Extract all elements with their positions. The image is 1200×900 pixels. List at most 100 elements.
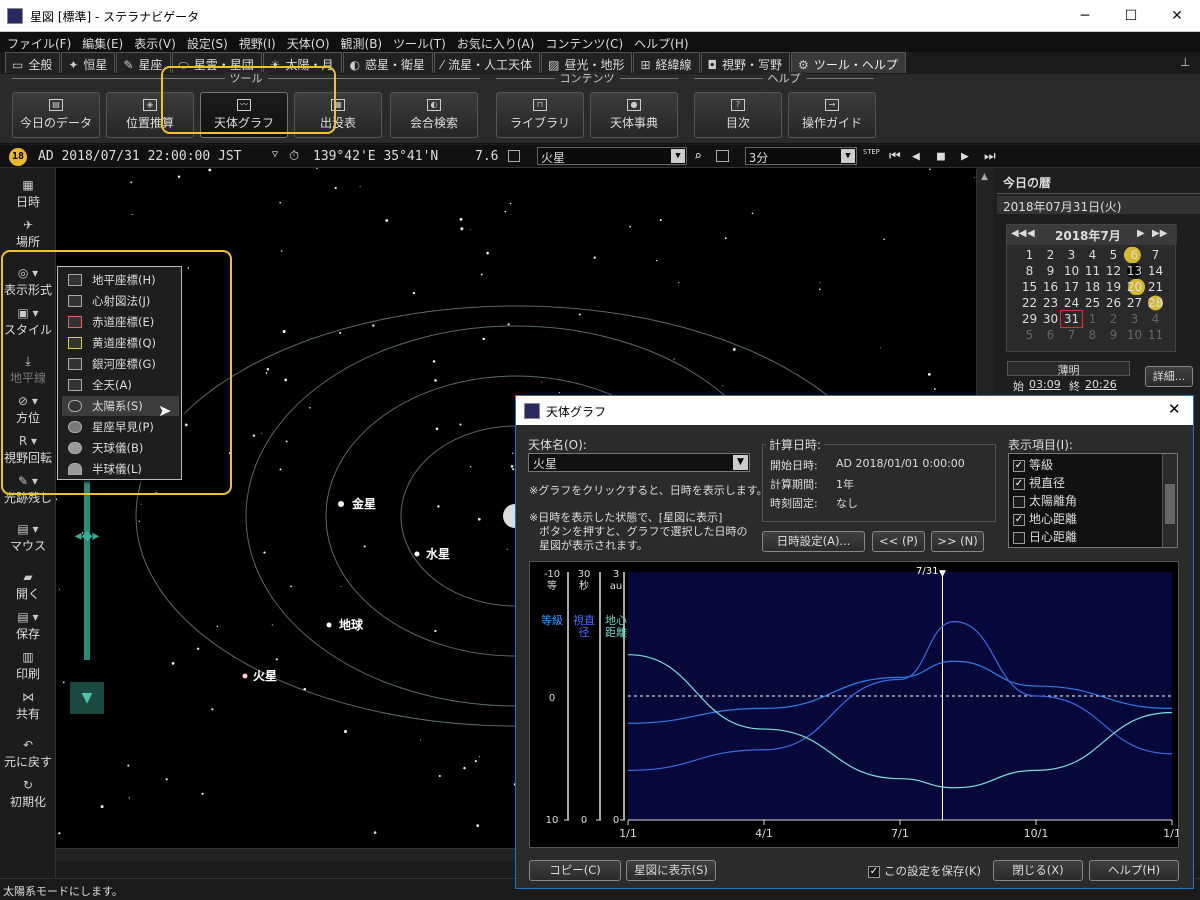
menu-settings[interactable]: 設定(S) — [180, 32, 232, 52]
calendar-day[interactable]: 21 — [1145, 279, 1166, 295]
menu-contents[interactable]: コンテンツ(C) — [538, 32, 627, 52]
sidebar-item-datetime[interactable]: ▦ 日時 — [0, 178, 56, 210]
calendar-day[interactable]: 15 — [1019, 279, 1040, 295]
pin-icon[interactable]: ⊥ — [1180, 55, 1190, 69]
time-step-combo[interactable]: 3分 ▼ — [745, 147, 857, 165]
tab-stars[interactable]: ✦ 恒星 — [61, 52, 116, 73]
sidebar-item-save[interactable]: ▤ ▾ 保存 — [0, 610, 56, 642]
next-year-icon[interactable]: ▶▶ — [1152, 228, 1167, 239]
sidebar-item-mouse[interactable]: ▤ ▾ マウス — [0, 522, 56, 554]
calendar-day[interactable]: 20 — [1124, 279, 1145, 295]
keyboard-icon[interactable] — [508, 150, 520, 162]
tab-field[interactable]: ◘ 視野・写野 — [700, 52, 791, 73]
menu-file[interactable]: ファイル(F) — [0, 32, 75, 52]
calendar-day[interactable]: 4 — [1082, 247, 1103, 263]
dialog-close-button[interactable]: ✕ — [1168, 400, 1181, 418]
calendar-day-selected[interactable]: 31 — [1060, 310, 1083, 328]
conjunction-search-button[interactable]: ◐ 会合検索 — [390, 92, 478, 138]
timezone-arrow-icon[interactable]: ▽ — [272, 149, 278, 160]
checkbox-unchecked[interactable] — [1013, 531, 1025, 544]
calendar-day[interactable]: 16 — [1040, 279, 1061, 295]
zoom-slider-track[interactable] — [84, 470, 90, 660]
display-item-geocentric-distance[interactable]: ✓ 地心距離 — [1009, 508, 1177, 526]
step-back-icon[interactable]: ◀ — [912, 149, 920, 164]
today-data-button[interactable]: ▤ 今日のデータ — [12, 92, 100, 138]
clock-icon[interactable]: ⏱ — [289, 149, 299, 164]
prev-month-icon[interactable]: ◀ — [1027, 228, 1035, 239]
sidebar-item-location[interactable]: ✈ 場所 — [0, 218, 56, 250]
list-icon[interactable] — [716, 150, 729, 162]
calendar-day[interactable]: 7 — [1061, 327, 1082, 343]
detail-button[interactable]: 詳細... — [1145, 366, 1193, 387]
prev-year-icon[interactable]: ◀◀ — [1011, 228, 1026, 239]
checkbox-checked[interactable]: ✓ — [1013, 477, 1025, 490]
tab-grid[interactable]: ⊞ 経緯線 — [633, 52, 700, 73]
calendar-day[interactable]: 2 — [1040, 247, 1061, 263]
object-graph-chart[interactable]: -10 等 10 0 等級 30 秒 0 視直径 3 au 0 地心 距離 1/1 4/1 7/1 10/1 1/1… — [529, 561, 1181, 848]
copy-button[interactable]: コピー(C) — [529, 860, 621, 881]
calendar-day[interactable]: 29 — [1019, 311, 1040, 327]
tab-tools-help[interactable]: ⚙ ツール・ヘルプ — [791, 52, 906, 73]
calendar-day[interactable]: 8 — [1019, 263, 1040, 279]
next-period-button[interactable]: >> (N) — [931, 531, 984, 552]
location-display[interactable]: 139°42'E 35°41'N — [313, 149, 438, 164]
close-button[interactable]: ✕ — [1154, 0, 1200, 32]
calendar-day[interactable]: 2 — [1103, 311, 1124, 327]
maximize-button[interactable]: ☐ — [1108, 0, 1154, 32]
menu-field[interactable]: 視野(I) — [232, 32, 280, 52]
checkbox-checked[interactable]: ✓ — [1013, 459, 1025, 472]
sidebar-item-reset[interactable]: ↻ 初期化 — [0, 778, 56, 810]
display-item-magnitude[interactable]: ✓ 等級 — [1009, 454, 1177, 472]
calendar-day[interactable]: 6 — [1124, 247, 1145, 263]
stop-icon[interactable]: ■ — [937, 149, 945, 164]
help-button[interactable]: ヘルプ(H) — [1089, 860, 1179, 881]
calendar-day[interactable]: 13 — [1124, 263, 1145, 279]
checkbox-unchecked[interactable] — [1013, 495, 1025, 508]
sidebar-item-open[interactable]: ▰ 開く — [0, 570, 56, 602]
calendar-day[interactable]: 6 — [1040, 327, 1061, 343]
calendar-day[interactable]: 17 — [1061, 279, 1082, 295]
display-item-heliocentric-distance[interactable]: 日心距離 — [1009, 526, 1177, 544]
menu-help[interactable]: ヘルプ(H) — [627, 32, 692, 52]
menu-observe[interactable]: 観測(B) — [334, 32, 387, 52]
show-in-map-button[interactable]: 星図に表示(S) — [626, 860, 716, 881]
calendar-day[interactable]: 24 — [1061, 295, 1082, 311]
calendar-day[interactable]: 9 — [1040, 263, 1061, 279]
search-icon[interactable]: ⌕ — [694, 149, 702, 164]
minimize-button[interactable]: ─ — [1062, 0, 1108, 32]
prev-period-button[interactable]: << (P) — [872, 531, 925, 552]
calendar-day[interactable]: 8 — [1082, 327, 1103, 343]
calendar-day[interactable]: 3 — [1124, 311, 1145, 327]
zoom-slider-handle[interactable]: ◂◆▸ — [68, 528, 106, 546]
limiting-magnitude[interactable]: 7.6 — [475, 149, 498, 164]
checkbox-checked[interactable]: ✓ — [1013, 513, 1025, 526]
library-button[interactable]: ⊓ ライブラリ — [496, 92, 584, 138]
list-scrollbar[interactable] — [1162, 454, 1177, 547]
sidebar-item-print[interactable]: ▥ 印刷 — [0, 650, 56, 682]
calendar-day[interactable]: 14 — [1145, 263, 1166, 279]
calendar-day[interactable]: 28 — [1145, 295, 1166, 311]
calendar-day[interactable]: 18 — [1082, 279, 1103, 295]
calendar-day[interactable]: 10 — [1061, 263, 1082, 279]
calendar-day[interactable]: 10 — [1124, 327, 1145, 343]
calendar-day[interactable]: 26 — [1103, 295, 1124, 311]
calendar-day[interactable]: 5 — [1019, 327, 1040, 343]
display-item-elongation[interactable]: 太陽離角 — [1009, 490, 1177, 508]
calendar-day[interactable]: 5 — [1103, 247, 1124, 263]
menu-object[interactable]: 天体(O) — [280, 32, 334, 52]
sidebar-item-undo[interactable]: ↶ 元に戻す — [0, 738, 56, 770]
datetime-settings-button[interactable]: 日時設定(A)... — [762, 531, 865, 552]
calendar-day[interactable]: 4 — [1145, 311, 1166, 327]
tab-planets[interactable]: ◐ 惑星・衛星 — [342, 52, 434, 73]
calendar-day[interactable]: 9 — [1103, 327, 1124, 343]
menu-tools[interactable]: ツール(T) — [386, 32, 450, 52]
zoom-down-icon[interactable]: ▼ — [70, 682, 104, 714]
object-name-combo[interactable]: 火星 ▼ — [528, 453, 750, 472]
calendar-day[interactable]: 27 — [1124, 295, 1145, 311]
checkbox-checked[interactable]: ✓ — [868, 865, 880, 878]
list-scroll-thumb[interactable] — [1165, 484, 1175, 524]
contents-button[interactable]: ? 目次 — [694, 92, 782, 138]
tab-daylight[interactable]: ▨ 昼光・地形 — [541, 52, 633, 73]
calendar-day[interactable]: 25 — [1082, 295, 1103, 311]
calendar-day[interactable]: 12 — [1103, 263, 1124, 279]
